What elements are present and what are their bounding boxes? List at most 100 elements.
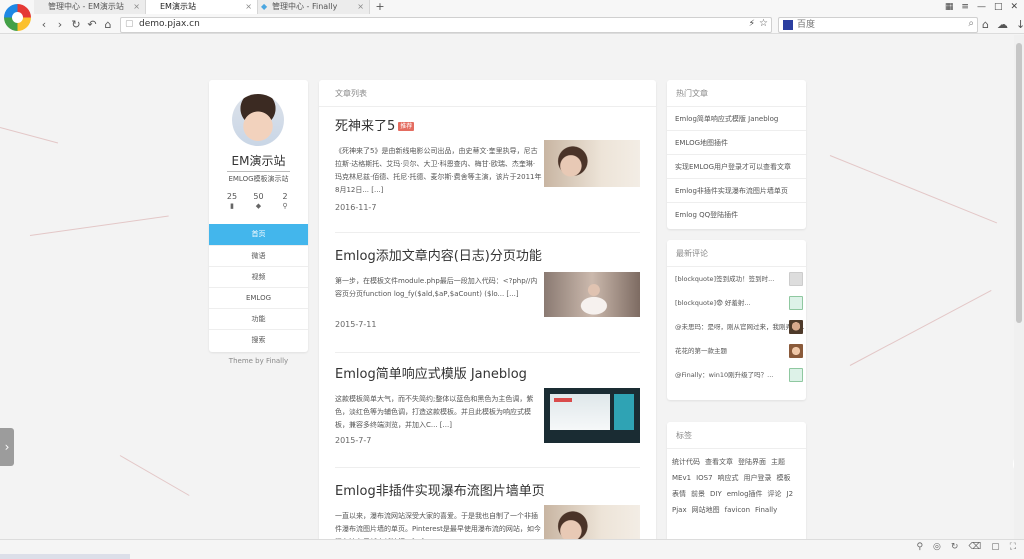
theme-credit[interactable]: Theme by Finally bbox=[209, 357, 308, 365]
tab-em-demo[interactable]: EM演示站 × bbox=[146, 0, 258, 14]
skin-icon[interactable]: ▦ bbox=[945, 0, 954, 14]
tag-link[interactable]: Pjax bbox=[672, 505, 687, 515]
comment-item[interactable]: 花花的第一款主题 bbox=[667, 339, 806, 363]
nav-item-video[interactable]: 视频 bbox=[209, 266, 308, 287]
hot-article-link[interactable]: 实现EMLOG用户登录才可以查看文章 bbox=[667, 155, 806, 179]
tag-link[interactable]: MEv1 bbox=[672, 473, 691, 483]
nav-item-search[interactable]: 搜索 bbox=[209, 329, 308, 350]
nav-item-emlog[interactable]: EMLOG bbox=[209, 287, 308, 308]
tag-link[interactable]: 模板 bbox=[777, 473, 791, 483]
tag-link[interactable]: Finally bbox=[755, 505, 777, 515]
close-window-icon[interactable]: ✕ bbox=[1010, 0, 1018, 14]
menu-icon[interactable]: ≡ bbox=[961, 0, 969, 14]
tags-heading: 标签 bbox=[667, 422, 806, 449]
nav-item-home[interactable]: 首页 bbox=[209, 224, 308, 245]
article-title[interactable]: Emlog添加文章内容(日志)分页功能 bbox=[335, 248, 640, 266]
search-box[interactable]: ⌕ bbox=[778, 17, 978, 33]
tags-panel: 标签 统计代码 查看文章 登陆界面 主题 MEv1 IOS7 响应式 用户登录 … bbox=[667, 422, 806, 552]
browser-logo-icon[interactable] bbox=[4, 4, 31, 31]
side-expand-tab[interactable]: › bbox=[0, 428, 14, 466]
search-icon[interactable]: ⌕ bbox=[968, 18, 974, 29]
scrollbar-thumb[interactable] bbox=[1016, 43, 1022, 323]
pin-icon[interactable]: ⚲ bbox=[916, 542, 923, 552]
article-thumbnail[interactable] bbox=[544, 272, 640, 317]
tag-link[interactable]: J2 bbox=[787, 489, 794, 499]
hot-article-link[interactable]: Emlog简单响应式模版 Janeblog bbox=[667, 107, 806, 131]
page-scrollbar[interactable] bbox=[1014, 35, 1024, 539]
baidu-icon[interactable] bbox=[783, 20, 793, 30]
nav-item-twitter[interactable]: 微语 bbox=[209, 245, 308, 266]
close-icon[interactable]: × bbox=[133, 0, 140, 14]
new-tab-button[interactable]: + bbox=[370, 0, 390, 14]
hot-articles-panel: 热门文章 Emlog简单响应式模版 Janeblog EMLOG地图插件 实现E… bbox=[667, 80, 806, 229]
tag-link[interactable]: 主题 bbox=[771, 457, 785, 467]
tag-link[interactable]: 统计代码 bbox=[672, 457, 700, 467]
home-icon[interactable]: ⌂ bbox=[100, 16, 116, 34]
article-thumbnail[interactable] bbox=[544, 140, 640, 187]
forward-icon[interactable]: › bbox=[52, 16, 68, 34]
hot-article-link[interactable]: EMLOG地图插件 bbox=[667, 131, 806, 155]
tab-admin-finally[interactable]: ◆ 管理中心 - Finally × bbox=[258, 0, 370, 14]
tag-link[interactable]: 评论 bbox=[768, 489, 782, 499]
status-icons: ⚲ ◎ ↻ ⌫ ▢ ⛶ bbox=[916, 542, 1016, 552]
address-bar[interactable]: ▢ demo.pjax.cn ⚡ ☆ bbox=[120, 17, 772, 33]
tag-link[interactable]: 响应式 bbox=[718, 473, 739, 483]
tab-admin-em[interactable]: 管理中心 - EM演示站 × bbox=[34, 0, 146, 14]
link-icon: ⚲ bbox=[282, 202, 288, 210]
back-icon[interactable]: ‹ bbox=[36, 16, 52, 34]
close-icon[interactable]: × bbox=[357, 0, 364, 14]
undo-icon[interactable]: ↶ bbox=[84, 16, 100, 34]
tag-link[interactable]: favicon bbox=[725, 505, 750, 515]
hot-article-link[interactable]: Emlog QQ登陆插件 bbox=[667, 203, 806, 227]
trash-icon[interactable]: ⌫ bbox=[968, 542, 981, 552]
refresh-icon[interactable]: ↻ bbox=[951, 542, 959, 552]
stat-tags[interactable]: 50 ◆ bbox=[248, 192, 270, 210]
comment-item[interactable]: [blockquote]签到成功！签到时... bbox=[667, 267, 806, 291]
comment-item[interactable]: [blockquote]😨 好羞射... bbox=[667, 291, 806, 315]
tag-link[interactable]: emlog插件 bbox=[727, 489, 763, 499]
close-icon[interactable]: × bbox=[245, 0, 252, 14]
avatar[interactable] bbox=[232, 94, 284, 146]
article-thumbnail[interactable] bbox=[544, 388, 640, 443]
window-icon[interactable]: ▢ bbox=[991, 542, 1000, 552]
comment-text: 花花的第一款主题 bbox=[675, 347, 727, 355]
nav-item-features[interactable]: 功能 bbox=[209, 308, 308, 329]
search-input[interactable] bbox=[797, 19, 957, 31]
lightning-icon[interactable]: ⚡ bbox=[749, 19, 755, 29]
article-title[interactable]: Emlog简单响应式模版 Janeblog bbox=[335, 366, 640, 384]
favorites-icon[interactable]: ⌂ bbox=[982, 16, 989, 34]
tag-link[interactable]: 登陆界面 bbox=[738, 457, 766, 467]
star-icon[interactable]: ☆ bbox=[759, 18, 768, 29]
article-title[interactable]: Emlog非插件实现瀑布流图片墙单页 bbox=[335, 483, 640, 501]
article-excerpt: 《死神来了5》是由新线电影公司出品，由史蒂文·奎里执导，尼古拉斯·达格斯托、艾玛… bbox=[335, 147, 542, 194]
comment-text: @Finally：win10刚升级了吗？... bbox=[675, 371, 774, 379]
tag-link[interactable]: 网站地图 bbox=[692, 505, 720, 515]
article-title[interactable]: 死神来了5 推荐 bbox=[335, 118, 640, 136]
article-item: Emlog添加文章内容(日志)分页功能 第一步，在模板文件module.php最… bbox=[335, 248, 640, 368]
tag-link[interactable]: DIY bbox=[710, 489, 722, 499]
tab-label: EM演示站 bbox=[160, 2, 196, 11]
tag-link[interactable]: 用户登录 bbox=[744, 473, 772, 483]
tag-link[interactable]: 前景 bbox=[691, 489, 705, 499]
tag-link[interactable]: 查看文章 bbox=[705, 457, 733, 467]
background-line bbox=[119, 455, 190, 496]
hot-articles-heading: 热门文章 bbox=[667, 80, 806, 107]
reload-icon[interactable]: ↻ bbox=[68, 16, 84, 34]
latest-comments-heading: 最新评论 bbox=[667, 240, 806, 267]
hot-article-link[interactable]: Emlog非插件实现瀑布流图片墙单页 bbox=[667, 179, 806, 203]
stat-value: 2 bbox=[282, 192, 288, 201]
comment-item[interactable]: @Finally：win10刚升级了吗？... bbox=[667, 363, 806, 387]
stat-posts[interactable]: 25 ▮ bbox=[221, 192, 243, 210]
maximize-icon[interactable]: □ bbox=[994, 0, 1003, 14]
article-item: 死神来了5 推荐 《死神来了5》是由新线电影公司出品，由史蒂文·奎里执导，尼古拉斯… bbox=[335, 118, 640, 248]
tag-link[interactable]: 表情 bbox=[672, 489, 686, 499]
cloud-icon[interactable]: ☁ bbox=[997, 16, 1008, 34]
stat-links[interactable]: 2 ⚲ bbox=[274, 192, 296, 210]
site-name: EM演示站 bbox=[231, 154, 286, 168]
fullscreen-icon[interactable]: ⛶ bbox=[1010, 542, 1016, 552]
minimize-icon[interactable]: — bbox=[977, 0, 986, 14]
comment-item[interactable]: @未思玛：是呀，刚从官网过来，我刚弄几... bbox=[667, 315, 806, 339]
tag-link[interactable]: IOS7 bbox=[696, 473, 712, 483]
ie-icon[interactable]: ◎ bbox=[933, 542, 941, 552]
download-icon[interactable]: ↓ bbox=[1016, 16, 1024, 34]
